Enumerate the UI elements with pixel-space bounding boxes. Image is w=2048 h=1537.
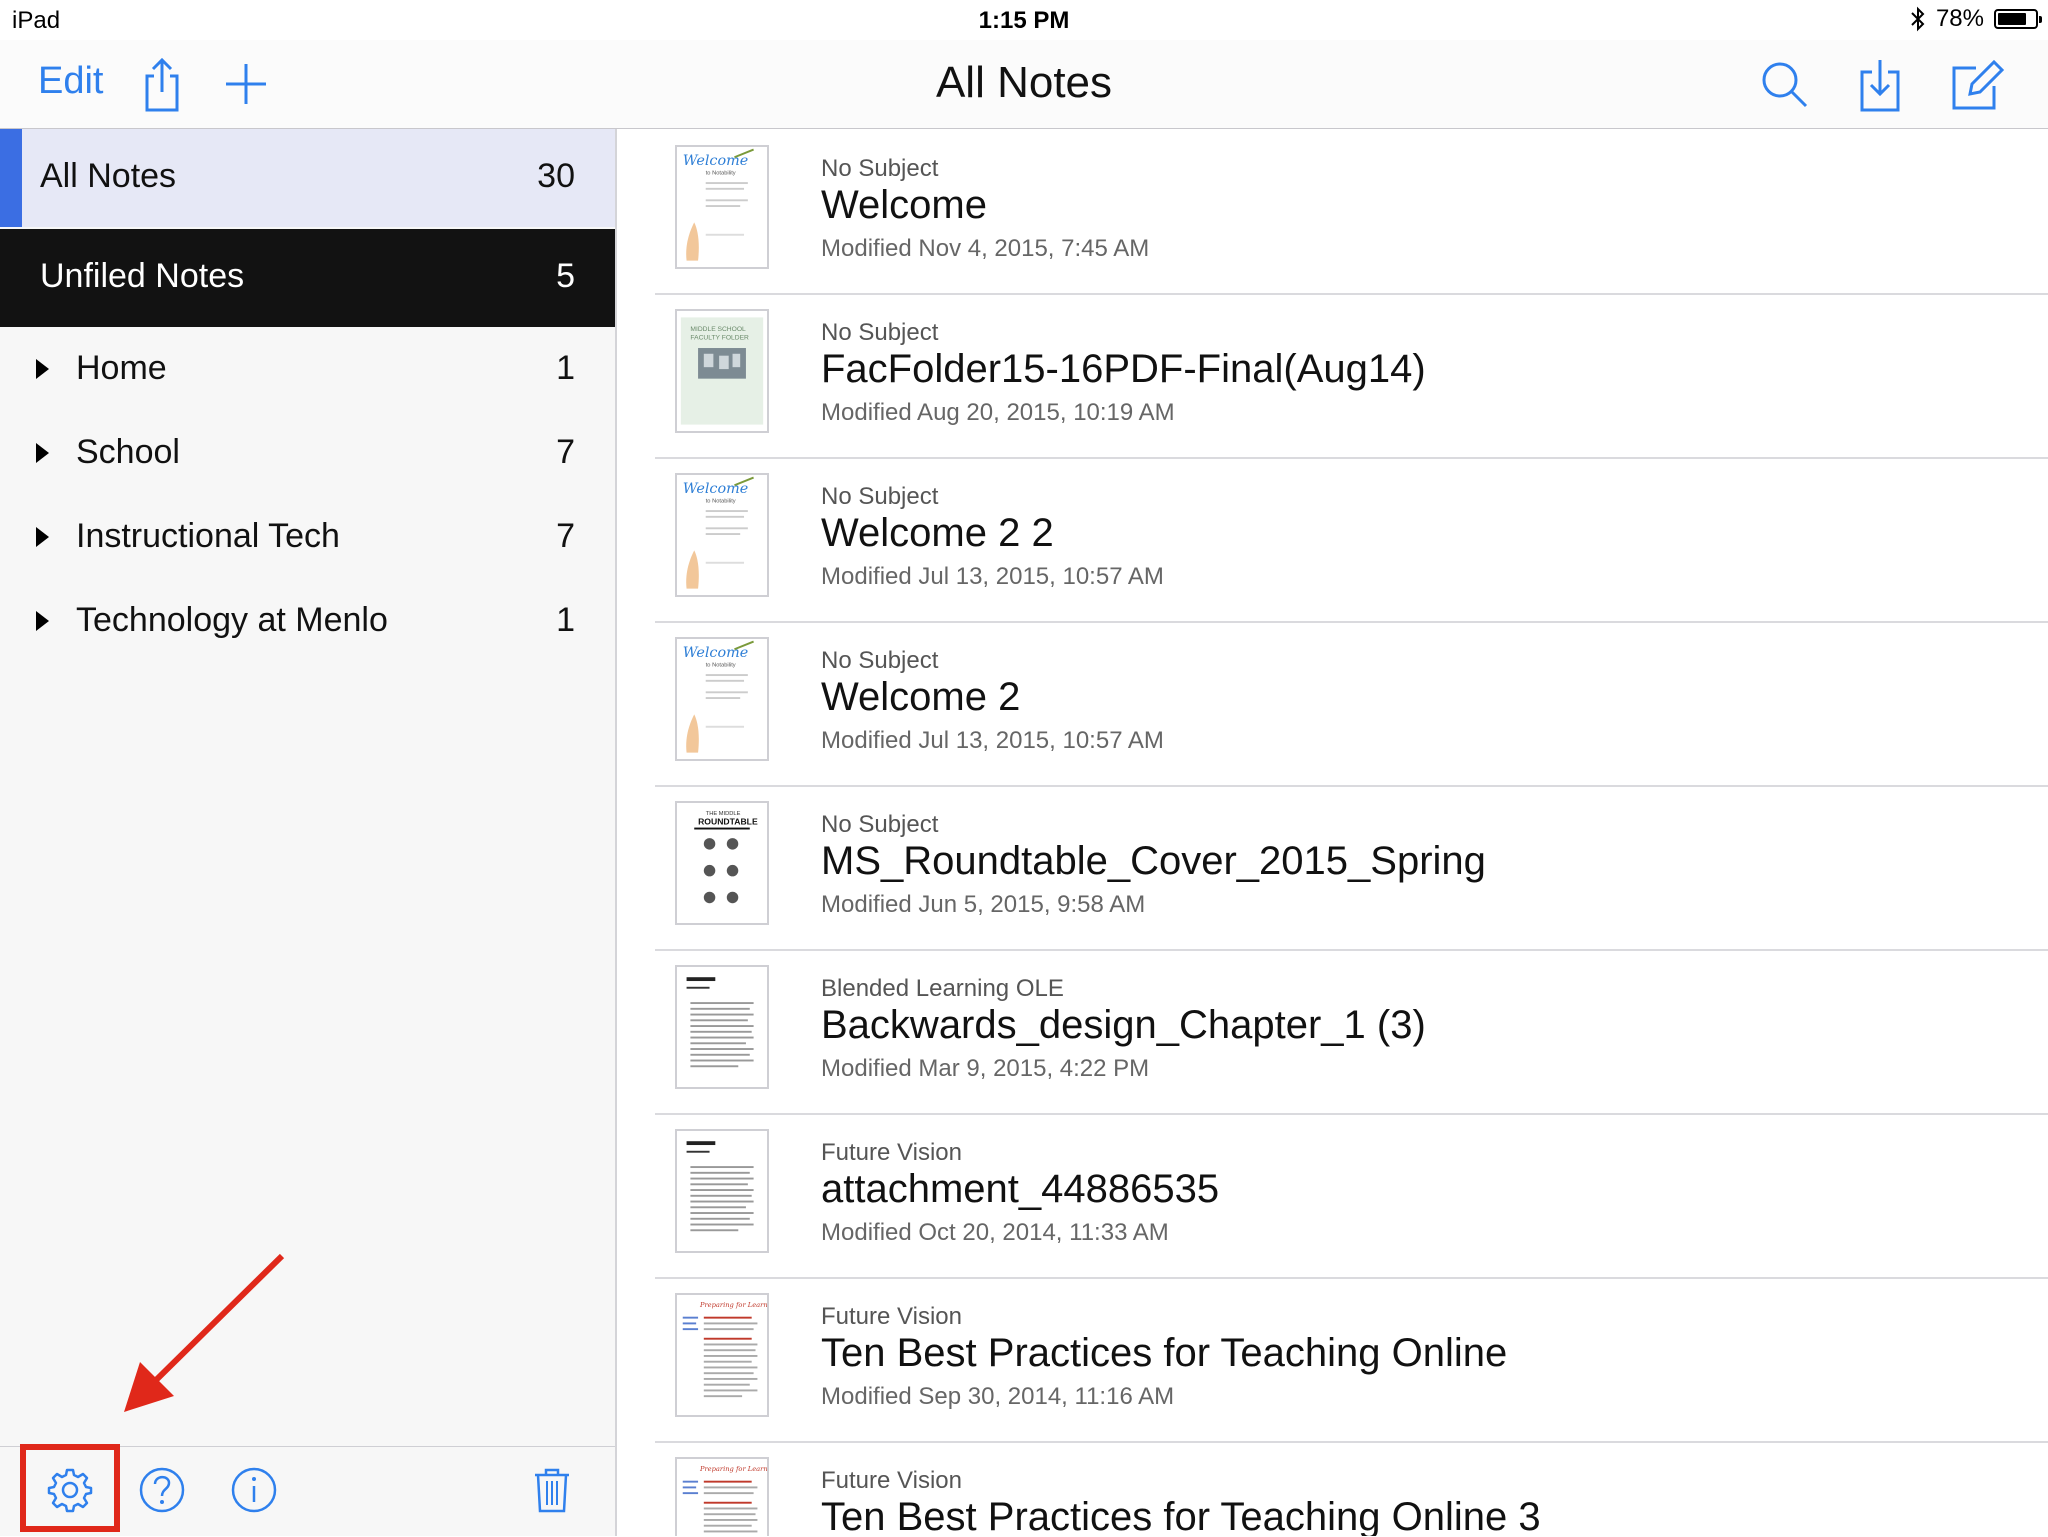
compose-icon xyxy=(1952,59,2005,110)
svg-text:Preparing for Learning: Preparing for Learning xyxy=(699,1465,767,1473)
note-title: Welcome xyxy=(821,183,987,227)
note-subject: Future Vision xyxy=(821,1303,962,1330)
compose-button[interactable] xyxy=(1946,54,2006,114)
note-subject: Future Vision xyxy=(821,1139,962,1166)
notes-list: Welcome to Notability No Subject Welcome … xyxy=(617,129,2048,1536)
note-row[interactable]: Preparing for Learning Future Vision Ten… xyxy=(655,1277,2048,1443)
battery-icon xyxy=(1994,9,2042,29)
folder-count: 7 xyxy=(556,517,575,555)
help-button[interactable] xyxy=(137,1465,187,1515)
folder-label: Home xyxy=(76,349,167,387)
disclosure-triangle-icon[interactable] xyxy=(36,359,49,379)
sidebar-folder-technology-at-menlo[interactable]: Technology at Menlo 1 xyxy=(0,583,615,663)
trash-icon xyxy=(535,1468,569,1513)
note-title: MS_Roundtable_Cover_2015_Spring xyxy=(821,839,1486,883)
note-subject: No Subject xyxy=(821,483,939,510)
note-row[interactable]: Blended Learning OLE Backwards_design_Ch… xyxy=(655,949,2048,1115)
sidebar-item-unfiled-notes[interactable]: Unfiled Notes 5 xyxy=(0,229,615,327)
svg-text:to Notability: to Notability xyxy=(706,170,736,176)
note-row[interactable]: MIDDLE SCHOOL FACULTY FOLDER No Subject F… xyxy=(655,293,2048,459)
note-thumbnail: Welcome to Notability xyxy=(675,473,769,597)
note-title: Welcome 2 xyxy=(821,675,1021,719)
note-title: Backwards_design_Chapter_1 (3) xyxy=(821,1003,1426,1047)
note-row[interactable]: Welcome to Notability No Subject Welcome … xyxy=(655,129,2048,295)
info-button[interactable] xyxy=(229,1465,279,1515)
note-modified-date: Modified Sep 30, 2014, 11:16 AM xyxy=(821,1383,1175,1410)
note-row[interactable]: Future Vision attachment_44886535 Modifi… xyxy=(655,1113,2048,1279)
note-thumbnail: THE MIDDLE ROUNDTABLE xyxy=(675,801,769,925)
note-row[interactable]: THE MIDDLE ROUNDTABLE No Subject MS_Round… xyxy=(655,785,2048,951)
sidebar-item-label: All Notes xyxy=(40,157,177,195)
note-title: Ten Best Practices for Teaching Online 3 xyxy=(821,1495,1541,1536)
annotation-arrow-icon xyxy=(124,1253,285,1412)
battery-percent: 78% xyxy=(1935,5,1984,32)
page-title: All Notes xyxy=(935,58,1113,107)
selection-indicator xyxy=(0,129,22,227)
note-row[interactable]: Welcome to Notability No Subject Welcome … xyxy=(655,621,2048,787)
folder-label: Instructional Tech xyxy=(76,517,340,555)
folder-count: 1 xyxy=(556,349,575,387)
note-title: Welcome 2 2 xyxy=(821,511,1054,555)
note-row[interactable]: Preparing for Learning Future Vision Ten… xyxy=(655,1441,2048,1536)
status-time: 1:15 PM xyxy=(978,7,1070,34)
note-subject: Future Vision xyxy=(821,1467,962,1494)
note-modified-date: Modified Jul 13, 2015, 10:57 AM xyxy=(821,727,1164,754)
note-thumbnail xyxy=(675,965,769,1089)
note-title: Ten Best Practices for Teaching Online xyxy=(821,1331,1508,1375)
svg-text:ROUNDTABLE: ROUNDTABLE xyxy=(698,817,758,827)
sidebar-item-label: Unfiled Notes xyxy=(40,257,245,295)
disclosure-triangle-icon[interactable] xyxy=(36,443,49,463)
bluetooth-icon xyxy=(1911,6,1925,32)
svg-text:Preparing for Learning: Preparing for Learning xyxy=(699,1301,767,1309)
folder-count: 7 xyxy=(556,433,575,471)
note-subject: Blended Learning OLE xyxy=(821,975,1064,1002)
trash-button[interactable] xyxy=(527,1465,577,1515)
note-subject: No Subject xyxy=(821,647,939,674)
note-thumbnail: Welcome to Notability xyxy=(675,637,769,761)
sidebar-item-count: 5 xyxy=(556,257,575,295)
sidebar: All Notes 30 Unfiled Notes 5 Home 1 Scho… xyxy=(0,129,617,1536)
navigation-bar: Edit All Notes xyxy=(0,40,2048,129)
import-icon xyxy=(1860,60,1900,112)
disclosure-triangle-icon[interactable] xyxy=(36,527,49,547)
status-bar: iPad 1:15 PM 78% xyxy=(0,0,2048,40)
note-modified-date: Modified Jul 13, 2015, 10:57 AM xyxy=(821,563,1164,590)
sidebar-item-all-notes[interactable]: All Notes 30 xyxy=(0,129,615,227)
note-thumbnail: MIDDLE SCHOOL FACULTY FOLDER xyxy=(675,309,769,433)
svg-text:to Notability: to Notability xyxy=(706,498,736,504)
sidebar-folder-school[interactable]: School 7 xyxy=(0,415,615,495)
folder-label: Technology at Menlo xyxy=(76,601,388,639)
note-modified-date: Modified Oct 20, 2014, 11:33 AM xyxy=(821,1219,1169,1246)
svg-text:FACULTY FOLDER: FACULTY FOLDER xyxy=(690,334,749,341)
note-thumbnail: Welcome to Notability xyxy=(675,145,769,269)
sidebar-folder-instructional-tech[interactable]: Instructional Tech 7 xyxy=(0,499,615,579)
note-title: attachment_44886535 xyxy=(821,1167,1220,1211)
sidebar-item-count: 30 xyxy=(537,157,575,195)
note-subject: No Subject xyxy=(821,811,939,838)
svg-text:to Notability: to Notability xyxy=(706,662,736,668)
note-thumbnail: Preparing for Learning xyxy=(675,1457,769,1536)
note-subject: No Subject xyxy=(821,155,939,182)
note-thumbnail xyxy=(675,1129,769,1253)
note-modified-date: Modified Mar 9, 2015, 4:22 PM xyxy=(821,1055,1150,1082)
disclosure-triangle-icon[interactable] xyxy=(36,611,49,631)
note-title: FacFolder15-16PDF-Final(Aug14) xyxy=(821,347,1426,391)
note-modified-date: Modified Jun 5, 2015, 9:58 AM xyxy=(821,891,1146,918)
annotation-highlight-box xyxy=(20,1444,120,1532)
note-thumbnail: Preparing for Learning xyxy=(675,1293,769,1417)
note-modified-date: Modified Aug 20, 2015, 10:19 AM xyxy=(821,399,1175,426)
svg-text:MIDDLE SCHOOL: MIDDLE SCHOOL xyxy=(690,326,746,333)
search-icon xyxy=(1762,62,1808,108)
sidebar-folder-home[interactable]: Home 1 xyxy=(0,331,615,411)
help-icon xyxy=(139,1467,185,1513)
import-button[interactable] xyxy=(1850,54,1910,114)
folder-label: School xyxy=(76,433,180,471)
note-modified-date: Modified Nov 4, 2015, 7:45 AM xyxy=(821,235,1150,262)
note-subject: No Subject xyxy=(821,319,939,346)
info-icon xyxy=(231,1467,277,1513)
note-row[interactable]: Welcome to Notability No Subject Welcome … xyxy=(655,457,2048,623)
search-button[interactable] xyxy=(1754,54,1814,114)
folder-count: 1 xyxy=(556,601,575,639)
